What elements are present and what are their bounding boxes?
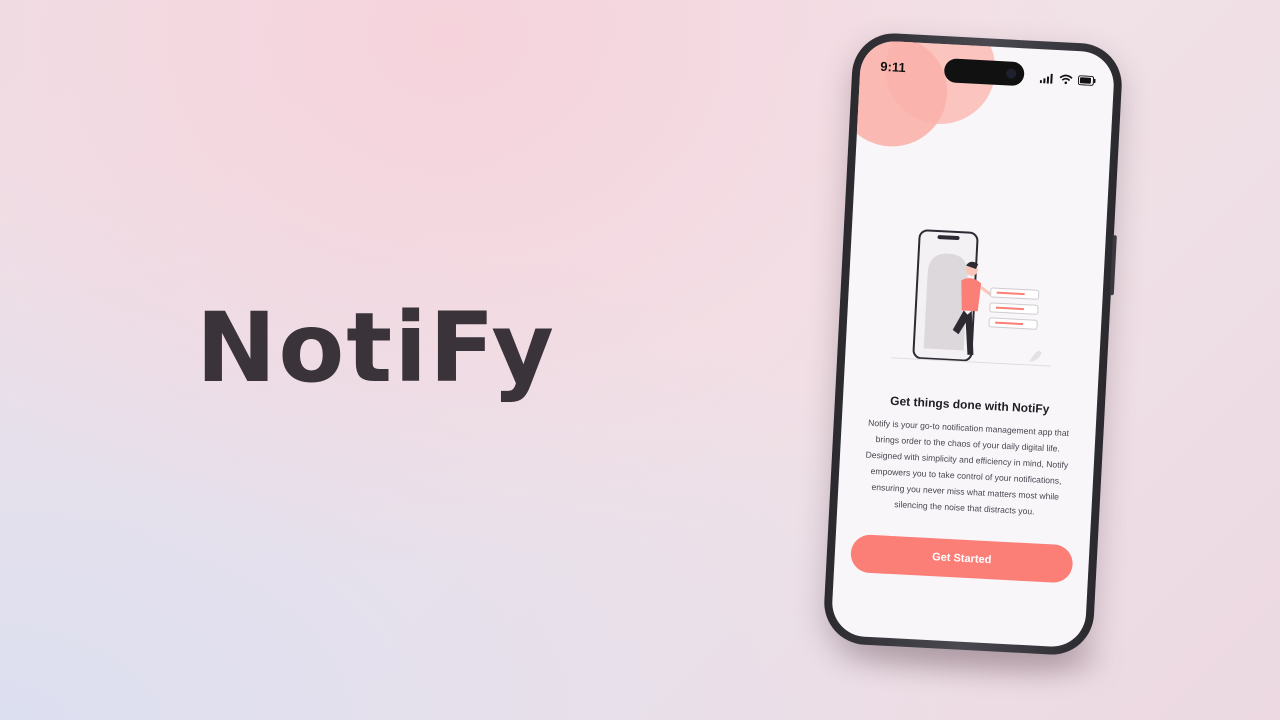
get-started-button[interactable]: Get Started bbox=[849, 533, 1074, 584]
signal-icon bbox=[1039, 68, 1055, 88]
wifi-icon bbox=[1059, 69, 1074, 89]
phone-screen: 9:11 Get things done with NotiFy Notify … bbox=[830, 39, 1116, 649]
side-button bbox=[1109, 235, 1117, 296]
onboarding-description: Notify is your go-to notification manage… bbox=[865, 417, 1070, 517]
phone-frame: 9:11 Get things done with NotiFy Notify … bbox=[822, 31, 1124, 657]
status-icons bbox=[1039, 68, 1097, 90]
battery-icon bbox=[1077, 70, 1096, 90]
phone-mockup: 9:11 Get things done with NotiFy Notify … bbox=[822, 31, 1124, 676]
onboarding-illustration bbox=[891, 227, 1068, 376]
camera-icon bbox=[1005, 68, 1017, 79]
dynamic-island bbox=[943, 58, 1025, 87]
status-time: 9:11 bbox=[880, 58, 907, 76]
app-brand-title: NotiFy bbox=[196, 292, 556, 404]
